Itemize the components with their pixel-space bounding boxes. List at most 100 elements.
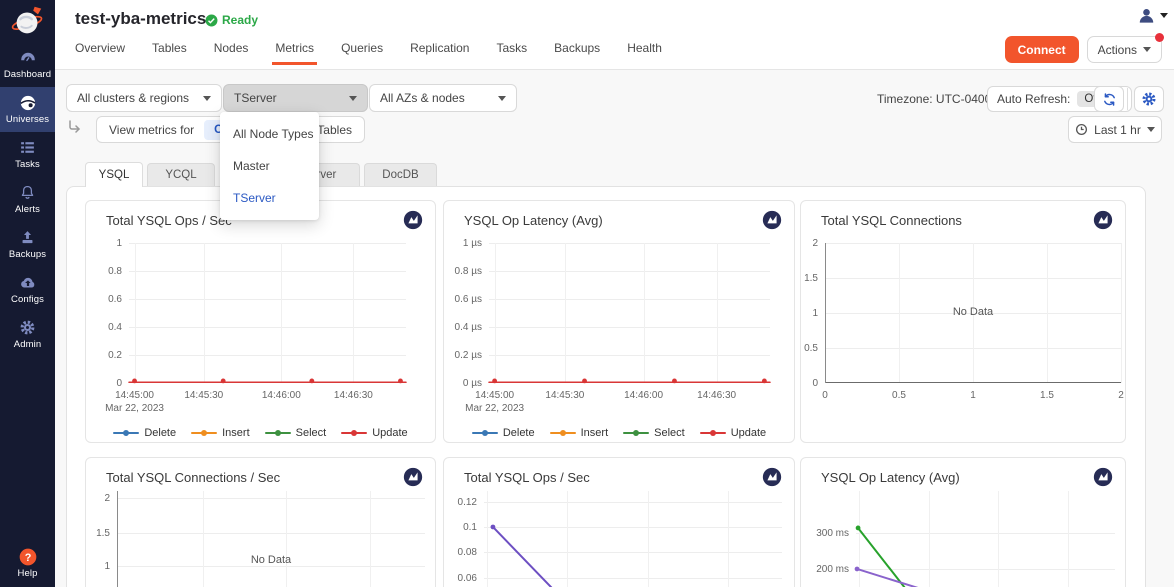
y-axis-tick-label: 0.1 xyxy=(444,522,477,533)
sidebar-item-alerts[interactable]: Alerts xyxy=(0,177,55,222)
x-axis-tick-label: 0.5 xyxy=(864,390,934,401)
y-axis-tick-label: 0.06 xyxy=(444,573,477,584)
menu-item-all-node-types[interactable]: All Node Types xyxy=(220,118,319,150)
chevron-down-icon xyxy=(1160,13,1168,18)
legend-item-delete[interactable]: Delete xyxy=(472,427,535,439)
legend-item-update[interactable]: Update xyxy=(700,427,766,439)
nav-tab-tables[interactable]: Tables xyxy=(152,41,187,65)
nav-tab-health[interactable]: Health xyxy=(627,41,662,65)
y-axis-tick-label: 0.08 xyxy=(444,547,477,558)
legend-item-insert[interactable]: Insert xyxy=(550,427,609,439)
chart-widget-icon[interactable] xyxy=(403,210,423,230)
chart-widget-icon[interactable] xyxy=(762,210,782,230)
clusters-regions-dropdown[interactable]: All clusters & regions xyxy=(66,84,222,112)
notification-dot xyxy=(1155,33,1164,42)
az-nodes-dropdown-label: All AZs & nodes xyxy=(380,91,465,105)
nav-tab-queries[interactable]: Queries xyxy=(341,41,383,65)
yba-app: DashboardUniversesTasksAlertsBackupsConf… xyxy=(0,0,1174,587)
chart-series-layer xyxy=(856,491,1115,587)
check-circle-icon xyxy=(205,14,218,27)
chart-widget-icon[interactable] xyxy=(1093,210,1113,230)
y-axis-tick-label: 200 ms xyxy=(801,564,849,575)
alerts-icon xyxy=(19,184,36,201)
nav-tab-metrics[interactable]: Metrics xyxy=(275,41,314,65)
chart-card-total-ysql-connections-3: Total YSQL Connections21.510.5000.511.52… xyxy=(800,200,1126,443)
sidebar-item-universes[interactable]: Universes xyxy=(0,87,55,132)
gear-icon xyxy=(1141,91,1157,107)
sidebar-item-dashboard[interactable]: Dashboard xyxy=(0,42,55,87)
chart-title: Total YSQL Ops / Sec xyxy=(106,213,232,228)
az-nodes-dropdown[interactable]: All AZs & nodes xyxy=(369,84,517,112)
universe-nav-tabs: Overview Tables Nodes Metrics Queries Replica… xyxy=(75,41,662,65)
help-icon: ? xyxy=(18,548,38,565)
nav-tab-tasks[interactable]: Tasks xyxy=(496,41,527,65)
x-axis-tick-label: 14:46:00 xyxy=(246,390,316,401)
sidebar-item-admin[interactable]: Admin xyxy=(0,312,55,357)
tasks-icon xyxy=(19,139,36,156)
chevron-down-icon xyxy=(349,96,357,101)
legend-line-icon xyxy=(341,432,367,434)
y-axis-tick-label: 2 xyxy=(86,493,110,504)
nav-tab-overview[interactable]: Overview xyxy=(75,41,125,65)
status-badge: Ready xyxy=(205,13,258,27)
legend-line-icon xyxy=(550,432,576,434)
y-axis-tick-label: 2 xyxy=(801,238,818,249)
chart-title: YSQL Op Latency (Avg) xyxy=(821,470,960,485)
sidebar: Dashboard Universes TasksAlertsBackupsConf… xyxy=(0,0,55,587)
chart-title: Total YSQL Ops / Sec xyxy=(464,470,590,485)
x-axis-tick-label: 0 xyxy=(790,390,860,401)
no-data-label: No Data xyxy=(117,554,425,566)
y-axis-tick-label: 1 xyxy=(801,308,818,319)
chart-widget-icon[interactable] xyxy=(762,467,782,487)
metric-tab-ycql[interactable]: YCQL xyxy=(147,163,215,186)
user-menu[interactable] xyxy=(1137,6,1168,25)
configs-icon xyxy=(19,274,37,291)
chart-plot-area: 300 ms200 ms xyxy=(856,491,1115,587)
connect-button[interactable]: Connect xyxy=(1005,36,1079,63)
y-axis-tick-label: 0 µs xyxy=(444,378,482,389)
x-axis-date-label: Mar 22, 2023 xyxy=(100,403,170,414)
sidebar-item-help[interactable]: ? Help xyxy=(0,548,55,579)
refresh-button[interactable] xyxy=(1094,86,1124,112)
auto-refresh-label: Auto Refresh: xyxy=(997,92,1070,106)
menu-item-tserver[interactable]: TServer xyxy=(220,182,319,214)
chevron-down-icon xyxy=(203,96,211,101)
chart-card-header: YSQL Op Latency (Avg) xyxy=(821,467,1113,487)
chart-card-ysql-op-latency-avg-2: YSQL Op Latency (Avg)1 µs0.8 µs0.6 µs0.4… xyxy=(443,200,795,443)
legend-item-select[interactable]: Select xyxy=(623,427,685,439)
chart-widget-icon[interactable] xyxy=(403,467,423,487)
time-range-dropdown[interactable]: Last 1 hr xyxy=(1068,116,1162,143)
nav-tab-backups[interactable]: Backups xyxy=(554,41,600,65)
chart-series-layer xyxy=(489,243,770,383)
sidebar-item-configs[interactable]: Configs xyxy=(0,267,55,312)
chart-series-layer xyxy=(484,491,782,587)
sidebar-item-backups[interactable]: Backups xyxy=(0,222,55,267)
branch-arrow-icon xyxy=(66,119,82,140)
y-axis-tick-label: 1 µs xyxy=(444,238,482,249)
clock-icon xyxy=(1075,123,1088,136)
sidebar-item-label: Universes xyxy=(6,114,49,125)
legend-line-icon xyxy=(191,432,217,434)
actions-button-label: Actions xyxy=(1098,43,1137,57)
metric-tab-ysql[interactable]: YSQL xyxy=(85,162,143,187)
sidebar-items: Dashboard Universes TasksAlertsBackupsConf… xyxy=(0,42,55,357)
legend-item-update[interactable]: Update xyxy=(341,427,407,439)
node-type-dropdown[interactable]: TServer xyxy=(223,84,368,112)
chart-widget-icon[interactable] xyxy=(1093,467,1113,487)
metric-tab-docdb[interactable]: DocDB xyxy=(364,163,437,186)
sidebar-item-tasks[interactable]: Tasks xyxy=(0,132,55,177)
user-avatar-icon xyxy=(1137,6,1156,25)
x-axis-line xyxy=(825,382,1121,383)
x-axis-tick-label: 2 xyxy=(1086,390,1156,401)
legend-item-delete[interactable]: Delete xyxy=(113,427,176,439)
nav-tab-replication[interactable]: Replication xyxy=(410,41,469,65)
x-axis-tick-label: 14:45:00 xyxy=(460,390,530,401)
metrics-settings-button[interactable] xyxy=(1134,86,1164,112)
legend-item-insert[interactable]: Insert xyxy=(191,427,250,439)
page-title: test-yba-metrics xyxy=(75,9,206,29)
actions-button[interactable]: Actions xyxy=(1087,36,1162,63)
nav-tab-nodes[interactable]: Nodes xyxy=(214,41,249,65)
menu-item-master[interactable]: Master xyxy=(220,150,319,182)
x-axis-tick-label: 1 xyxy=(938,390,1008,401)
legend-item-select[interactable]: Select xyxy=(265,427,327,439)
